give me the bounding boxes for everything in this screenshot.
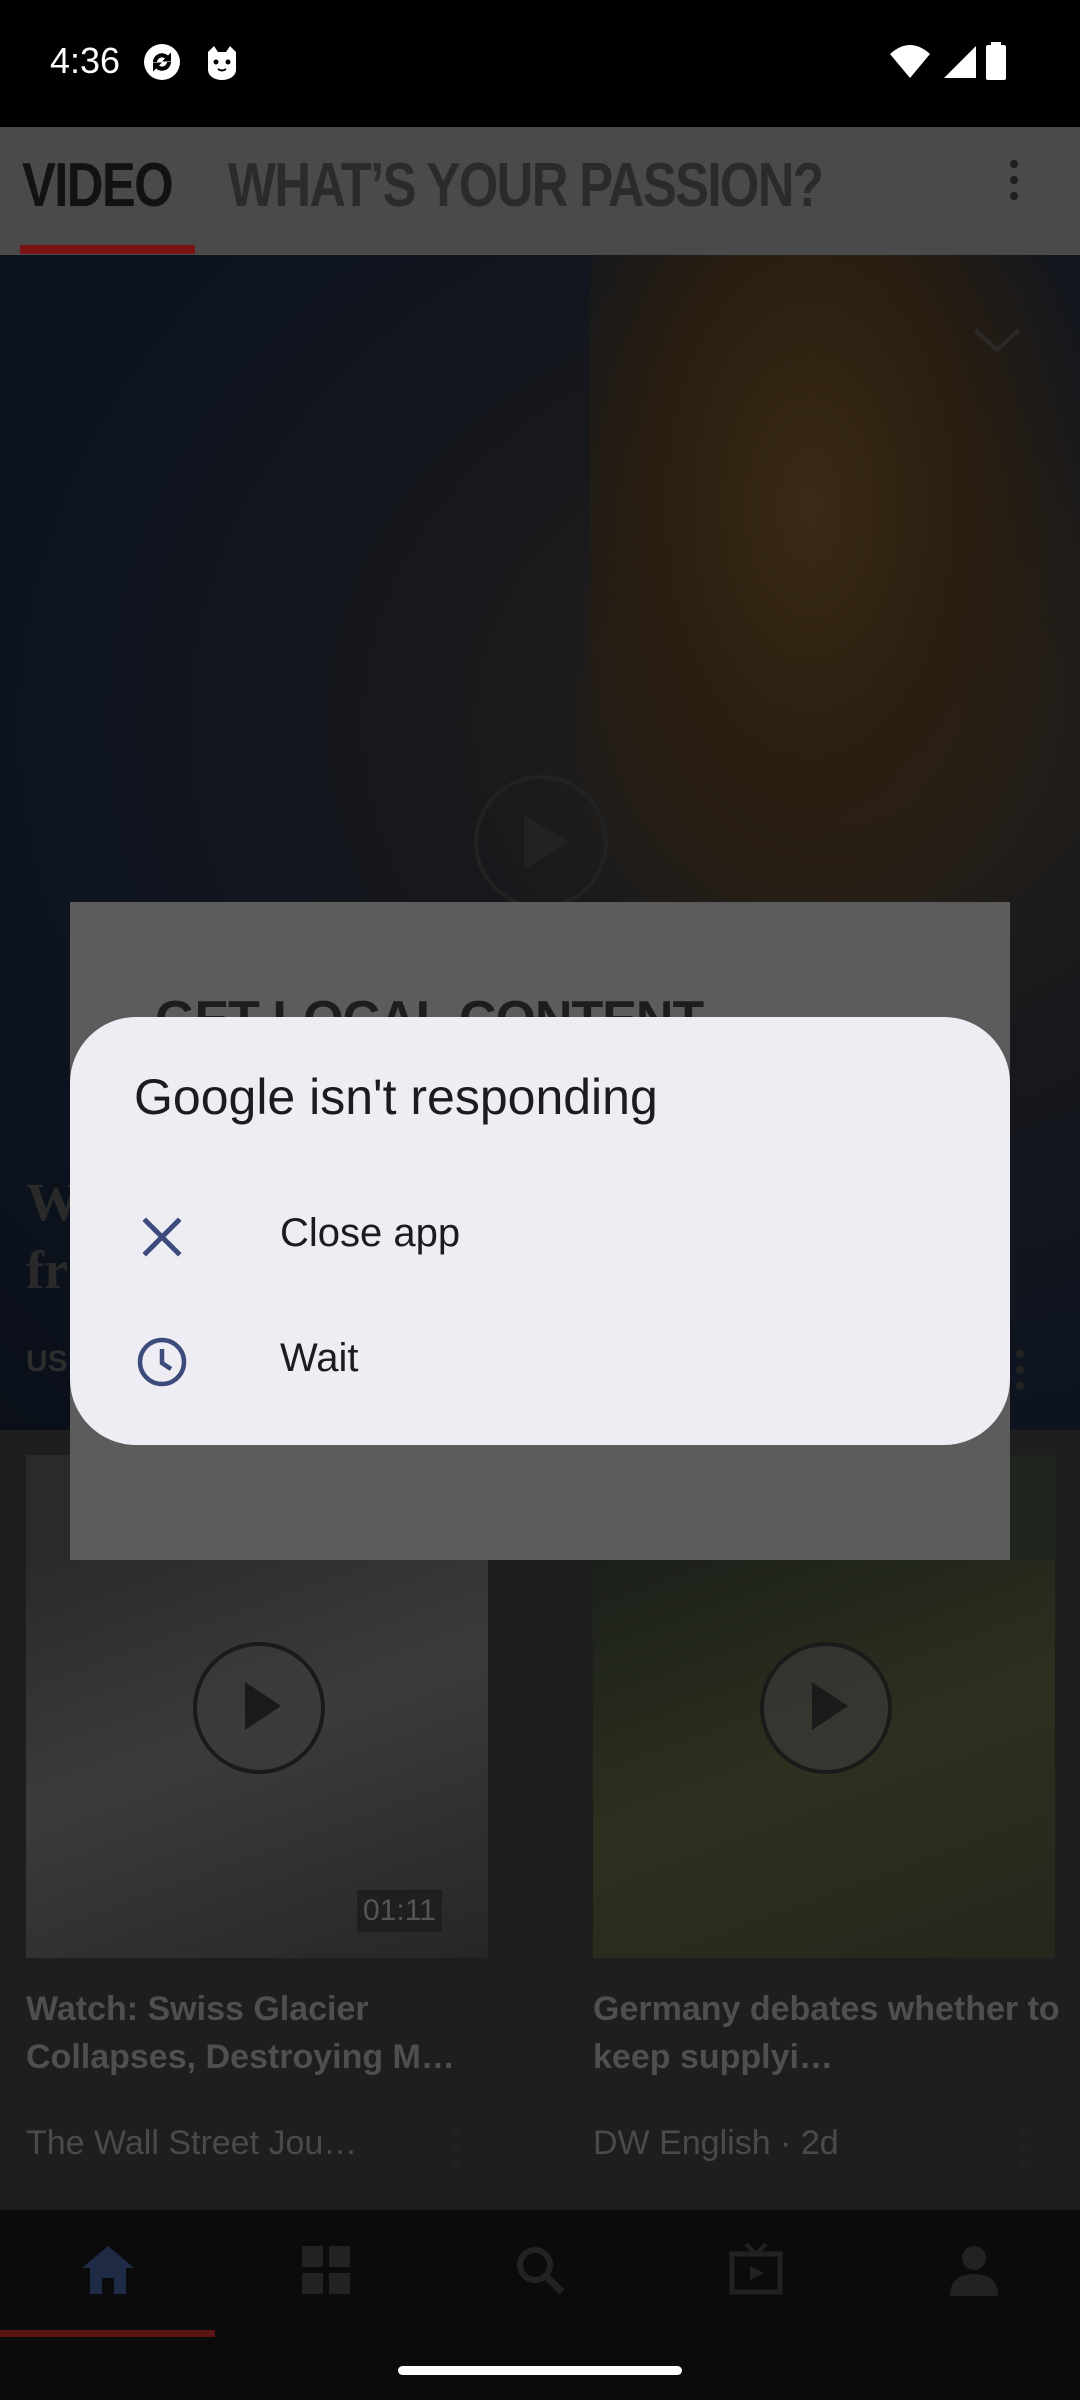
card-title-1[interactable]: Watch: Swiss Glacier Collapses, Destroyi… [26, 1985, 496, 2081]
background-dialog-title: GET LOCAL CONTENT [155, 990, 704, 1017]
gesture-navigation-bar[interactable] [398, 2366, 682, 2375]
card-more-icon-2[interactable] [1018, 2128, 1026, 2176]
hero-video-thumbnail [590, 255, 1080, 975]
background-dialog-title-clip: GET LOCAL CONTENT [70, 985, 1010, 1017]
hero-more-icon[interactable] [1016, 1350, 1024, 1398]
battery-icon [986, 42, 1006, 80]
wait-option[interactable]: Wait [70, 1300, 1010, 1424]
grid-icon[interactable] [296, 2240, 356, 2300]
card-source-1: The Wall Street Jou… [26, 2124, 358, 2162]
tv-icon[interactable] [726, 2240, 786, 2300]
hero-play-button[interactable] [474, 775, 608, 909]
close-icon [142, 1217, 182, 1257]
video-duration: 01:11 [357, 1890, 442, 1932]
wifi-icon [890, 45, 930, 78]
tab-whats-your-passion[interactable]: WHAT’S YOUR PASSION? [228, 150, 824, 221]
card-title-2[interactable]: Germany debates whether to keep supplyi… [593, 1985, 1063, 2081]
play-button[interactable] [760, 1642, 892, 1774]
sync-icon [144, 44, 180, 80]
more-options-icon[interactable] [1010, 160, 1018, 208]
home-icon[interactable] [78, 2240, 138, 2300]
clock-icon [137, 1337, 187, 1387]
hero-source: US [26, 1345, 68, 1378]
card-source-2: DW English · 2d [593, 2124, 839, 2162]
play-icon [524, 815, 570, 869]
signal-icon [944, 46, 976, 78]
cat-face-icon [208, 46, 236, 80]
play-button[interactable] [193, 1642, 325, 1774]
status-clock: 4:36 [50, 40, 121, 81]
profile-icon[interactable] [944, 2240, 1004, 2300]
background-dialog-bottom [70, 1455, 1010, 1560]
tab-video[interactable]: VIDEO [22, 150, 174, 221]
close-app-option[interactable]: Close app [70, 1175, 1010, 1299]
chevron-down-icon[interactable] [972, 325, 1022, 355]
nav-selected-indicator [0, 2330, 215, 2337]
video-thumbnail-2[interactable] [593, 1560, 1055, 1958]
tab-selected-indicator [20, 245, 195, 254]
wait-label: Wait [280, 1336, 359, 1380]
close-app-label: Close app [280, 1211, 461, 1255]
dialog-title: Google isn't responding [134, 1069, 658, 1125]
card-more-icon-1[interactable] [452, 2128, 460, 2176]
search-icon[interactable] [510, 2240, 570, 2300]
